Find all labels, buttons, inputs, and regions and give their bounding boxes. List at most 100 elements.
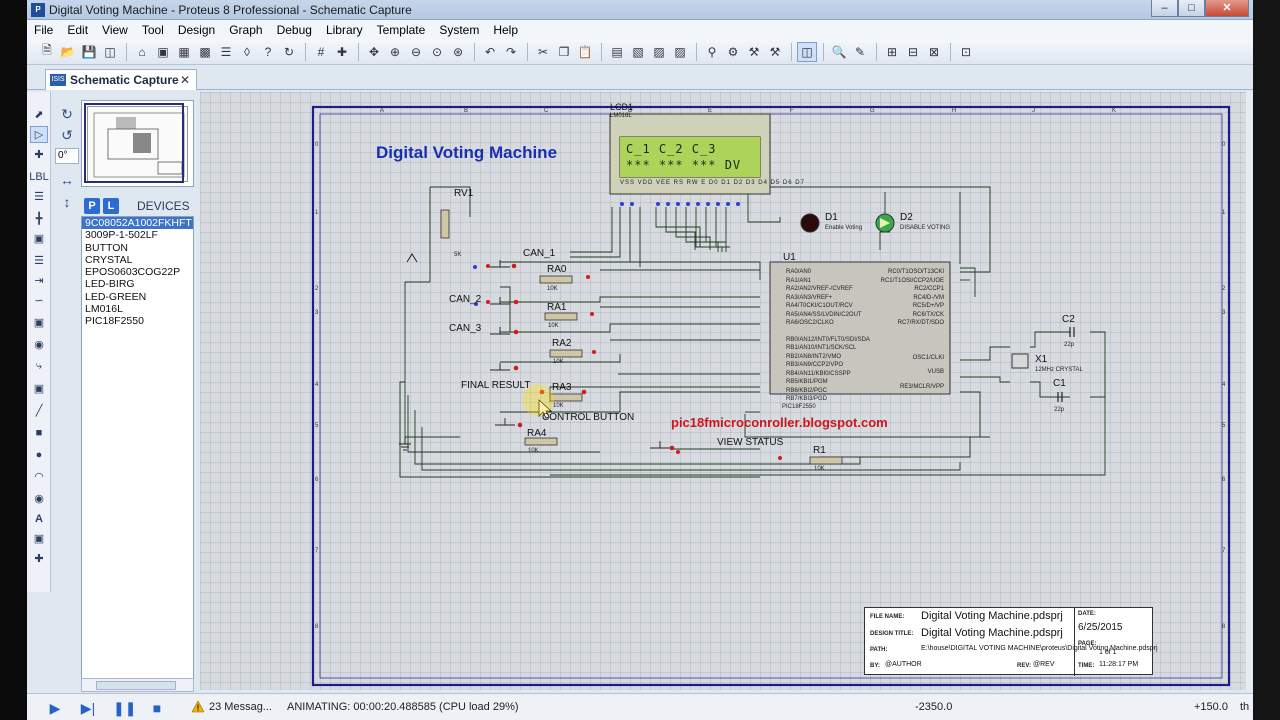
subcircuit-icon[interactable]: ▣ — [30, 230, 48, 247]
device-item[interactable]: PIC18F2550 — [82, 315, 193, 327]
rotate-anticlockwise-icon[interactable]: ↺ — [57, 127, 77, 145]
zoom-all-icon[interactable]: ⊙ — [427, 42, 447, 62]
cut-icon[interactable]: ✂ — [533, 42, 553, 62]
close-project-icon[interactable]: ◫ — [100, 42, 120, 62]
menu-help[interactable]: Help — [486, 23, 525, 37]
menu-debug[interactable]: Debug — [270, 23, 319, 37]
box-icon[interactable]: ■ — [30, 424, 48, 441]
new-icon[interactable]: 🗎 — [37, 42, 57, 62]
zoom-in-icon[interactable]: ⊕ — [385, 42, 405, 62]
pick-devices-button[interactable]: P — [84, 198, 100, 214]
packaging-icon[interactable]: ⚒ — [744, 42, 764, 62]
zoom-area-icon[interactable]: ⊛ — [448, 42, 468, 62]
schematic-canvas[interactable]: ABCD EFGH JK 0123 45678 0123 45678 Digit… — [200, 92, 1246, 690]
pcb-icon[interactable]: ▦ — [174, 42, 194, 62]
symbol-icon[interactable]: ▣ — [30, 530, 48, 547]
canvas-vertical-scrollbar[interactable] — [1246, 92, 1253, 690]
selection-mode-icon[interactable]: ⬈ — [30, 106, 48, 123]
devices-horizontal-scrollbar[interactable] — [81, 678, 194, 692]
menu-tool[interactable]: Tool — [135, 23, 171, 37]
voltage-probe-icon[interactable]: ⤷ — [30, 358, 48, 375]
menu-system[interactable]: System — [432, 23, 486, 37]
bom-icon[interactable]: ☰ — [216, 42, 236, 62]
grid-icon[interactable]: # — [311, 42, 331, 62]
open-icon[interactable]: 📂 — [58, 42, 78, 62]
pause-button[interactable]: ❚❚ — [113, 698, 136, 718]
netlist-icon[interactable]: ⊠ — [924, 42, 944, 62]
tape-recorder-icon[interactable]: ▣ — [30, 314, 48, 331]
pan-icon[interactable]: ✥ — [364, 42, 384, 62]
messages-count[interactable]: 23 Messag... — [209, 701, 272, 713]
device-item[interactable]: CRYSTAL — [82, 254, 193, 266]
component-mode-icon[interactable]: ▷ — [30, 126, 48, 143]
decompose-icon[interactable]: ⚒ — [765, 42, 785, 62]
block-move-icon[interactable]: ▧ — [628, 42, 648, 62]
mirror-horizontal-icon[interactable]: ↔ — [57, 172, 77, 190]
menu-design[interactable]: Design — [171, 23, 222, 37]
circle-icon[interactable]: ● — [30, 446, 48, 463]
home-icon[interactable]: ⌂ — [132, 42, 152, 62]
device-item[interactable]: EPOS0603COG22P — [82, 266, 193, 278]
graph-icon[interactable]: ∽ — [30, 292, 48, 309]
device-item[interactable]: 9C08052A1002FKHFT — [82, 217, 193, 230]
tab-schematic-capture[interactable]: ISIS Schematic Capture ✕ — [45, 69, 197, 90]
gerber-icon[interactable]: ▩ — [195, 42, 215, 62]
junction-dot-icon[interactable]: ✚ — [30, 146, 48, 163]
rotate-clockwise-icon[interactable]: ↻ — [57, 106, 77, 124]
block-delete-icon[interactable]: ▨ — [670, 42, 690, 62]
menu-library[interactable]: Library — [319, 23, 370, 37]
help-icon[interactable]: ? — [258, 42, 278, 62]
overview-view-frame[interactable] — [84, 103, 184, 183]
save-icon[interactable]: 💾 — [79, 42, 99, 62]
scrollbar-thumb[interactable] — [96, 681, 176, 690]
pick-icon[interactable]: ⚲ — [702, 42, 722, 62]
block-copy-icon[interactable]: ▤ — [607, 42, 627, 62]
mirror-vertical-icon[interactable]: ↕ — [57, 194, 77, 212]
device-item[interactable]: LED-BIRG — [82, 278, 193, 290]
device-item[interactable]: LM016L — [82, 303, 193, 315]
block-rotate-icon[interactable]: ▨ — [649, 42, 669, 62]
minimize-button[interactable]: – — [1151, 0, 1178, 17]
remove-sheet-icon[interactable]: ⊟ — [903, 42, 923, 62]
paste-icon[interactable]: 📋 — [575, 42, 595, 62]
device-item[interactable]: BUTTON — [82, 242, 193, 254]
rotation-angle-field[interactable]: 0° — [55, 148, 79, 164]
virtual-instrument-icon[interactable]: ▣ — [30, 380, 48, 397]
zoom-out-icon[interactable]: ⊖ — [406, 42, 426, 62]
device-item[interactable]: LED-GREEN — [82, 291, 193, 303]
menu-file[interactable]: File — [27, 23, 60, 37]
property-assign-icon[interactable]: ✎ — [850, 42, 870, 62]
origin-icon[interactable]: ✚ — [332, 42, 352, 62]
overview-window[interactable] — [81, 100, 194, 187]
terminal-icon[interactable]: ☰ — [30, 252, 48, 269]
3d-icon[interactable]: ◊ — [237, 42, 257, 62]
device-item[interactable]: 3009P-1-502LF — [82, 229, 193, 241]
maximize-button[interactable]: □ — [1178, 0, 1205, 17]
marker-icon[interactable]: ✚ — [30, 550, 48, 567]
copy-icon[interactable]: ❐ — [554, 42, 574, 62]
menu-template[interactable]: Template — [370, 23, 433, 37]
device-pin-icon[interactable]: ⇥ — [30, 272, 48, 289]
path-icon[interactable]: ◉ — [30, 490, 48, 507]
text-icon[interactable]: A — [30, 510, 48, 527]
text-script-icon[interactable]: ☰ — [30, 188, 48, 205]
step-button[interactable]: ▶| — [78, 698, 98, 718]
bus-icon[interactable]: ╋ — [30, 210, 48, 227]
wire-autorouter-icon[interactable]: ◫ — [797, 41, 817, 62]
close-window-button[interactable]: ✕ — [1205, 0, 1249, 17]
stop-button[interactable]: ■ — [147, 698, 167, 718]
export-icon[interactable]: ⊡ — [956, 42, 976, 62]
wire-label-icon[interactable]: LBL — [29, 168, 49, 185]
menu-graph[interactable]: Graph — [222, 23, 269, 37]
undo-icon[interactable]: ↶ — [480, 42, 500, 62]
new-sheet-icon[interactable]: ⊞ — [882, 42, 902, 62]
search-icon[interactable]: 🔍 — [829, 42, 849, 62]
redo-icon[interactable]: ↷ — [501, 42, 521, 62]
menu-edit[interactable]: Edit — [60, 23, 95, 37]
schematic-icon[interactable]: ▣ — [153, 42, 173, 62]
play-button[interactable]: ▶ — [45, 698, 65, 718]
refresh-icon[interactable]: ↻ — [279, 42, 299, 62]
line-icon[interactable]: ╱ — [30, 402, 48, 419]
library-manager-button[interactable]: L — [103, 198, 119, 214]
generator-icon[interactable]: ◉ — [30, 336, 48, 353]
